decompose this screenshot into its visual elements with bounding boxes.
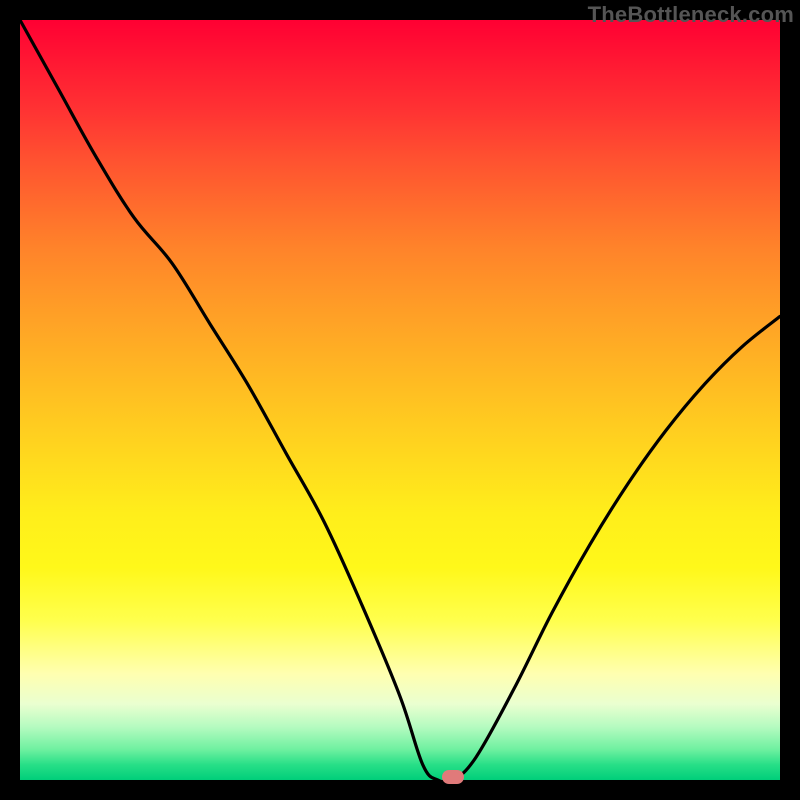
plot-area xyxy=(20,20,780,780)
bottleneck-curve xyxy=(20,20,780,780)
attribution-text: TheBottleneck.com xyxy=(588,2,794,28)
optimal-point-marker xyxy=(442,770,464,784)
chart-frame: TheBottleneck.com xyxy=(0,0,800,800)
